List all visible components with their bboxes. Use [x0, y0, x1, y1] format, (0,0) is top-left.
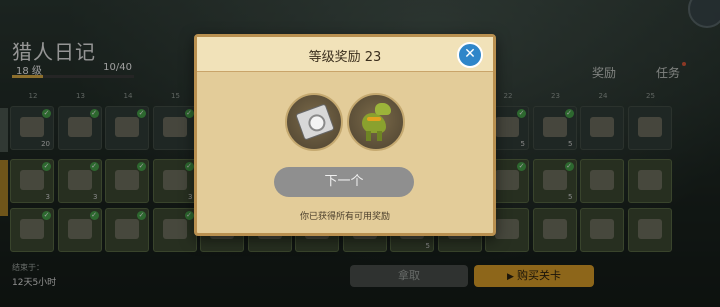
close-icon[interactable]: ✕: [457, 42, 483, 68]
reward-item-dinosaur[interactable]: [347, 93, 405, 151]
plate-icon: [295, 103, 335, 141]
dialog-title: 等级奖励 23: [308, 50, 382, 65]
reward-item-plate[interactable]: [285, 93, 343, 151]
level-reward-dialog: 等级奖励 23 ✕ 下一个 你已获得所有可用奖励: [194, 34, 496, 236]
dialog-header: 等级奖励 23 ✕: [197, 37, 493, 72]
all-rewards-claimed-note: 你已获得所有可用奖励: [299, 212, 390, 222]
next-button[interactable]: 下一个: [274, 167, 414, 197]
